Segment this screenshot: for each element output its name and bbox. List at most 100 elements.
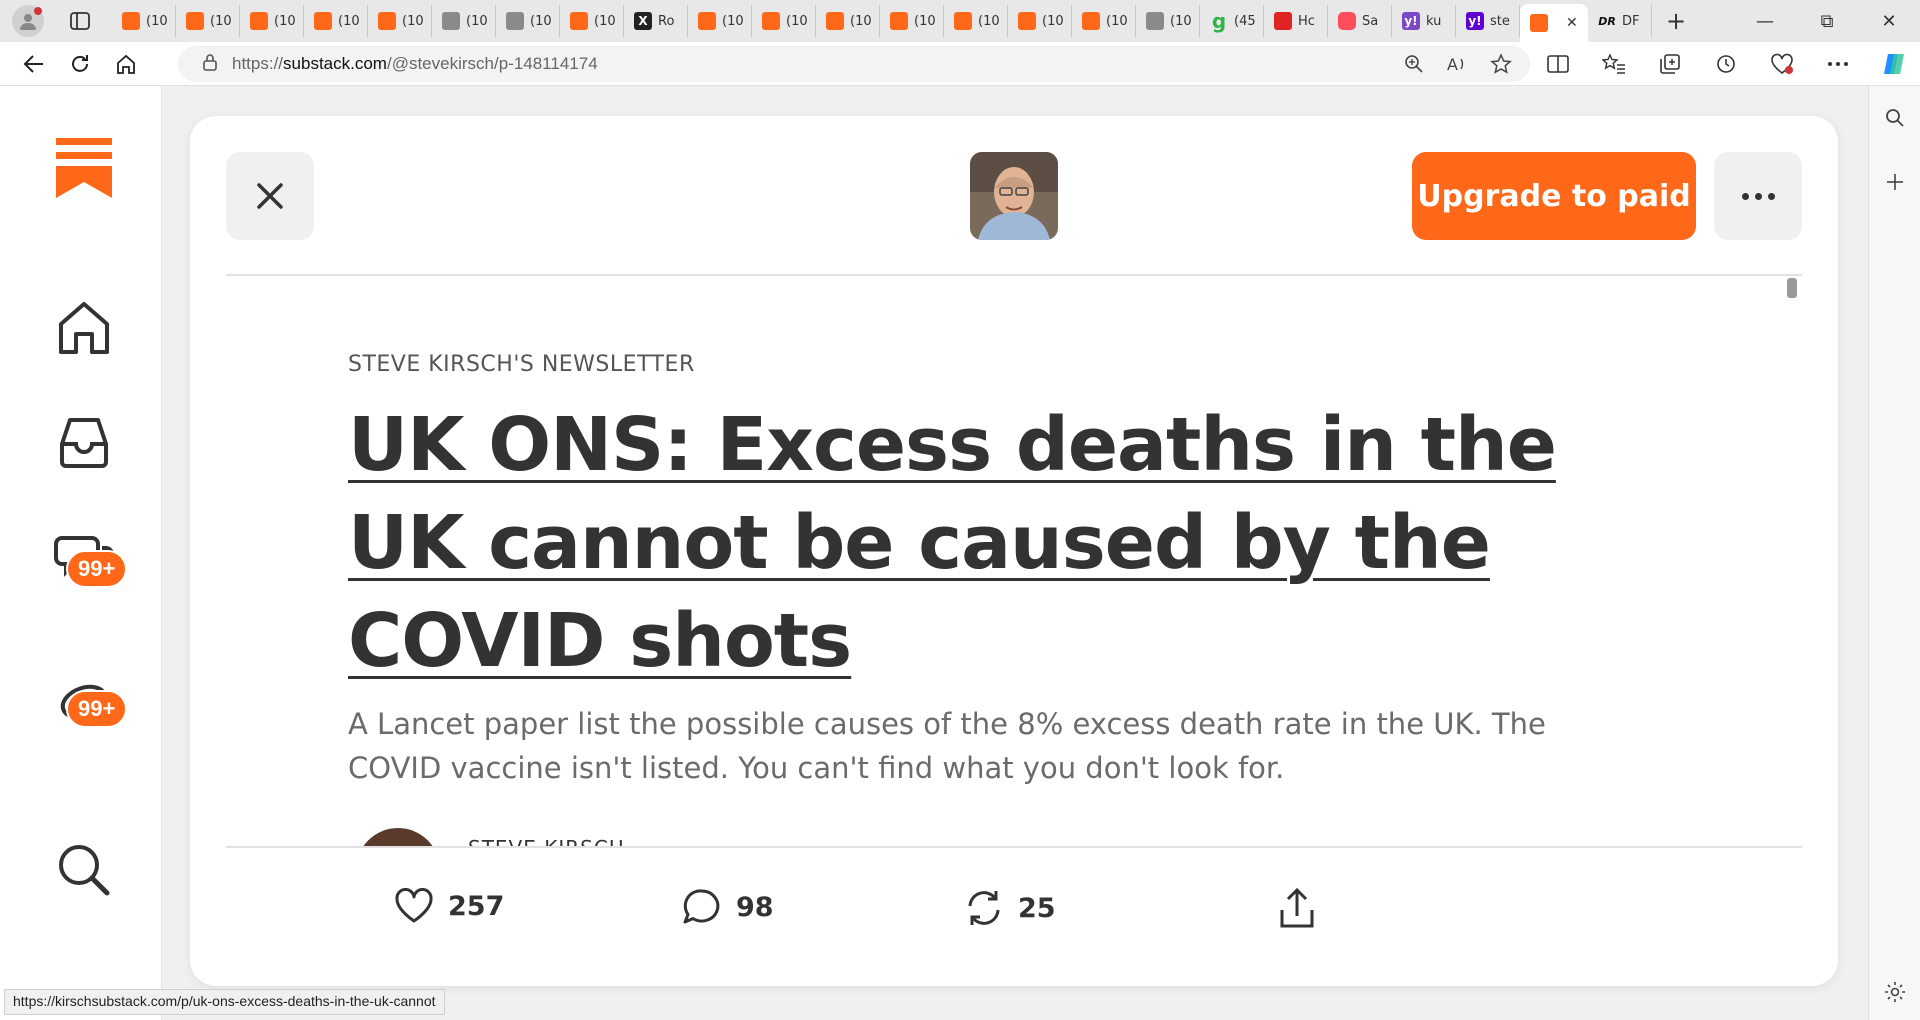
svg-text:A: A xyxy=(1447,55,1458,74)
browser-tab[interactable]: (10 xyxy=(816,5,880,37)
substack-favicon-icon xyxy=(890,12,908,30)
url-text[interactable]: https://substack.com/@stevekirsch/p-1481… xyxy=(232,54,598,74)
heart-icon xyxy=(395,888,433,923)
close-tab-icon[interactable]: ✕ xyxy=(1566,15,1578,31)
browser-tab[interactable]: y! ste xyxy=(1456,5,1520,37)
tab-list: (10 (10 (10 (10 (10 (10 (10 (10 X Ro (10 (10 (10 (10 (… xyxy=(112,0,1652,42)
red-favicon-icon xyxy=(1274,12,1292,30)
post-title[interactable]: UK ONS: Excess deaths in the UK cannot b… xyxy=(348,396,1628,690)
close-window-button[interactable]: ✕ xyxy=(1858,0,1920,42)
browser-tab[interactable]: (10 xyxy=(944,5,1008,37)
lock-icon[interactable] xyxy=(202,53,218,75)
edge-sidebar-settings-button[interactable] xyxy=(1869,970,1920,1014)
home-button[interactable] xyxy=(106,46,146,82)
more-options-button[interactable] xyxy=(1714,152,1802,240)
upgrade-to-paid-button[interactable]: Upgrade to paid xyxy=(1412,152,1696,240)
navigation-bar: https://substack.com/@stevekirsch/p-1481… xyxy=(0,42,1920,86)
close-post-button[interactable] xyxy=(226,152,314,240)
zoom-icon[interactable] xyxy=(1404,54,1424,74)
read-aloud-icon[interactable]: A xyxy=(1446,54,1468,74)
x-favicon-icon: X xyxy=(634,12,652,30)
tab-label: (10 xyxy=(978,13,1000,29)
tab-actions-button[interactable] xyxy=(60,5,100,37)
like-button[interactable]: 257 xyxy=(394,888,504,924)
browser-tab[interactable]: (10 xyxy=(1136,5,1200,37)
browser-tab[interactable]: y! ku xyxy=(1392,5,1456,37)
profile-button[interactable] xyxy=(12,5,44,37)
browser-tab[interactable]: Hc xyxy=(1264,5,1328,37)
favorites-button[interactable] xyxy=(1596,46,1632,82)
browser-tab[interactable]: (10 xyxy=(880,5,944,37)
byline-avatar[interactable] xyxy=(356,828,440,846)
browser-tab[interactable]: DR DF xyxy=(1588,5,1652,37)
split-screen-button[interactable] xyxy=(1540,46,1576,82)
edge-sidebar xyxy=(1868,86,1920,1020)
browser-tab[interactable]: (10 xyxy=(112,5,176,37)
address-bar[interactable]: https://substack.com/@stevekirsch/p-1481… xyxy=(178,46,1530,82)
ellipsis-icon xyxy=(1828,62,1848,66)
home-icon xyxy=(117,54,135,74)
substack-favicon-icon xyxy=(570,12,588,30)
favorite-star-icon[interactable] xyxy=(1490,53,1512,75)
copilot-button[interactable] xyxy=(1876,46,1912,82)
byline-author[interactable]: STEVE KIRSCH xyxy=(468,836,625,846)
browser-tab[interactable]: (10 xyxy=(1072,5,1136,37)
edge-search-button[interactable] xyxy=(1869,96,1920,140)
refresh-button[interactable] xyxy=(60,46,100,82)
tab-label: (10 xyxy=(1170,13,1192,29)
post-content[interactable]: STEVE KIRSCH'S NEWSLETTER UK ONS: Excess… xyxy=(348,276,1748,846)
browser-tab[interactable]: (10 xyxy=(496,5,560,37)
browser-tab[interactable]: (10 xyxy=(176,5,240,37)
browser-tab[interactable]: (10 xyxy=(688,5,752,37)
browser-tab[interactable]: g (45 xyxy=(1200,5,1264,37)
share-button[interactable] xyxy=(1278,888,1316,930)
substack-logo[interactable] xyxy=(50,134,118,202)
scrollbar-thumb[interactable] xyxy=(1787,278,1797,298)
browser-tab[interactable]: (10 xyxy=(1008,5,1072,37)
settings-more-button[interactable] xyxy=(1820,46,1856,82)
dr-favicon-icon: DR xyxy=(1598,14,1616,28)
browser-essentials-button[interactable] xyxy=(1764,46,1800,82)
browser-tab[interactable]: (10 xyxy=(240,5,304,37)
post-subtitle: A Lancet paper list the possible causes … xyxy=(348,707,1546,785)
substack-favicon-icon xyxy=(186,12,204,30)
browser-tab[interactable]: ✕ xyxy=(1520,4,1588,42)
tab-label: (10 xyxy=(722,13,744,29)
browser-tab[interactable]: X Ro xyxy=(624,5,688,37)
sidebar-item-inbox[interactable] xyxy=(50,408,118,476)
browser-tab[interactable]: (10 xyxy=(368,5,432,37)
sidebar-item-search[interactable] xyxy=(50,836,118,904)
publication-name[interactable]: STEVE KIRSCH'S NEWSLETTER xyxy=(348,352,695,377)
chat-badge: 99+ xyxy=(66,550,128,588)
tab-label: (10 xyxy=(594,13,616,29)
author-photo xyxy=(970,152,1058,240)
substack-favicon-icon xyxy=(1018,12,1036,30)
tab-label: (45 xyxy=(1234,13,1256,29)
browser-tab[interactable]: (10 xyxy=(752,5,816,37)
minimize-button[interactable]: — xyxy=(1734,0,1796,42)
restore-button[interactable]: ⧉ xyxy=(1796,0,1858,42)
restack-button[interactable]: 25 xyxy=(964,888,1056,928)
history-icon xyxy=(1717,55,1735,73)
browser-tab[interactable]: (10 xyxy=(304,5,368,37)
collections-button[interactable] xyxy=(1652,46,1688,82)
more-dot-icon xyxy=(1767,192,1775,200)
comment-button[interactable]: 98 xyxy=(682,888,774,926)
sidebar-item-home[interactable] xyxy=(50,294,118,362)
back-button[interactable] xyxy=(14,46,54,82)
g-favicon-icon: g xyxy=(1211,9,1227,33)
history-button[interactable] xyxy=(1708,46,1744,82)
window-controls: — ⧉ ✕ xyxy=(1734,0,1920,42)
author-avatar[interactable] xyxy=(970,152,1058,240)
tab-label: Sa xyxy=(1362,13,1379,29)
browser-tab[interactable]: (10 xyxy=(560,5,624,37)
new-tab-button[interactable]: + xyxy=(1656,5,1696,37)
refresh-icon xyxy=(72,54,88,72)
grey-favicon-icon xyxy=(1146,12,1164,30)
tab-label: Hc xyxy=(1298,13,1315,29)
tab-label: ste xyxy=(1490,13,1510,29)
edge-add-button[interactable] xyxy=(1869,160,1920,204)
copilot-icon xyxy=(1884,54,1904,74)
browser-tab[interactable]: (10 xyxy=(432,5,496,37)
browser-tab[interactable]: Sa xyxy=(1328,5,1392,37)
